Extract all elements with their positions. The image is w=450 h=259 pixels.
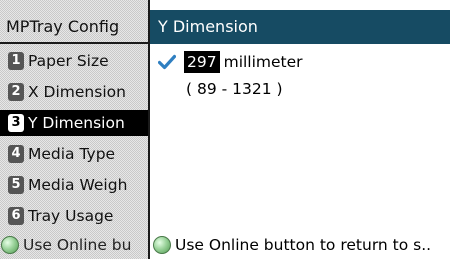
checkmark-icon [158,54,176,70]
dimension-value[interactable]: 297 [184,51,220,73]
selected-value-row[interactable]: 297 millimeter [158,50,303,74]
dimension-unit: millimeter [223,53,303,71]
menu-item-label: Media Type [28,145,116,163]
menu-item-number: 1 [8,52,24,70]
menu-item-media-weight[interactable]: 5 Media Weigh [0,172,148,198]
online-button-icon [1,236,19,254]
mptray-config-screen: MPTray Config 1 Paper Size 2 X Dimension… [0,0,450,259]
menu-item-x-dimension[interactable]: 2 X Dimension [0,79,148,105]
dimension-range: ( 89 - 1321 ) [186,80,283,98]
content-panel: Y Dimension 297 millimeter ( 89 - 1321 ) [150,0,450,259]
online-hint: Use Online button to return to s.. [153,234,450,256]
menu-item-label: Tray Usage [28,207,114,225]
online-button-icon [153,236,171,254]
menu-item-label: Media Weigh [28,176,128,194]
menu-item-tray-usage[interactable]: 6 Tray Usage [0,203,148,229]
menu-online-hint-text: Use Online bu [23,236,132,254]
menu-item-y-dimension[interactable]: 3 Y Dimension [0,110,148,136]
content-title: Y Dimension [150,10,450,44]
online-hint-text: Use Online button to return to s.. [175,236,432,254]
menu-item-label: Paper Size [28,52,109,70]
menu-online-hint: Use Online bu [0,234,148,256]
menu-item-number: 4 [8,145,24,163]
menu-item-number: 2 [8,83,24,101]
menu-item-number: 6 [8,207,24,225]
menu-item-paper-size[interactable]: 1 Paper Size [0,48,148,74]
menu-item-number: 5 [8,176,24,194]
menu-item-label: X Dimension [28,83,126,101]
menu-item-label: Y Dimension [28,114,125,132]
menu-item-number: 3 [8,114,24,132]
menu-item-media-type[interactable]: 4 Media Type [0,141,148,167]
menu-title: MPTray Config [0,10,148,44]
menu-panel: MPTray Config 1 Paper Size 2 X Dimension… [0,0,150,259]
